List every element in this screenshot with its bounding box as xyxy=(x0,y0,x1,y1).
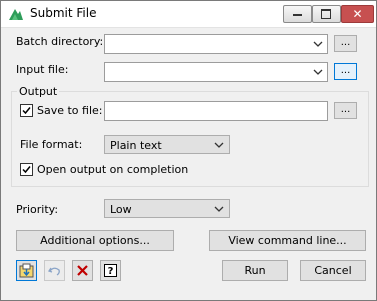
save-to-file-browse-button[interactable]: ... xyxy=(334,102,357,119)
view-command-line-button[interactable]: View command line... xyxy=(209,230,366,251)
close-icon: ✕ xyxy=(352,7,363,21)
close-button[interactable]: ✕ xyxy=(341,5,374,23)
minimize-icon xyxy=(293,14,302,16)
help-icon: ? xyxy=(104,264,117,277)
run-button[interactable]: Run xyxy=(222,260,288,281)
cancel-button[interactable]: Cancel xyxy=(300,260,366,281)
input-file-label: Input file: xyxy=(16,63,69,76)
maximize-button[interactable] xyxy=(312,5,341,23)
batch-directory-combo[interactable] xyxy=(104,34,328,54)
chevron-down-icon xyxy=(313,69,323,75)
help-button[interactable]: ? xyxy=(100,260,121,281)
file-format-value: Plain text xyxy=(110,139,162,152)
batch-directory-label: Batch directory: xyxy=(16,35,104,48)
file-format-label: File format: xyxy=(20,138,83,151)
app-logo-icon xyxy=(9,9,23,20)
maximize-icon xyxy=(321,9,331,19)
priority-select[interactable]: Low xyxy=(104,199,230,218)
clear-button[interactable] xyxy=(72,260,93,281)
save-icon xyxy=(19,263,34,278)
open-on-completion-checkbox[interactable] xyxy=(20,163,33,176)
priority-value: Low xyxy=(110,203,132,216)
checkmark-icon xyxy=(22,166,31,174)
output-group-title: Output xyxy=(17,85,60,98)
open-on-completion-label: Open output on completion xyxy=(37,163,189,176)
save-to-file-checkbox[interactable] xyxy=(20,104,33,117)
save-settings-button[interactable] xyxy=(16,260,37,281)
chevron-down-icon xyxy=(313,41,323,47)
chevron-down-icon xyxy=(214,206,224,212)
submit-file-window: Submit File ✕ Batch directory: ... Input… xyxy=(0,0,377,301)
chevron-down-icon xyxy=(214,142,224,148)
priority-label: Priority: xyxy=(16,203,59,216)
input-file-combo[interactable] xyxy=(104,62,328,82)
minimize-button[interactable] xyxy=(283,5,312,23)
undo-icon xyxy=(47,267,60,276)
file-format-select[interactable]: Plain text xyxy=(104,135,230,154)
clear-icon xyxy=(77,265,88,276)
checkmark-icon xyxy=(22,107,31,115)
batch-directory-browse-button[interactable]: ... xyxy=(334,35,357,52)
additional-options-button[interactable]: Additional options... xyxy=(16,230,174,251)
save-to-file-input[interactable] xyxy=(104,101,328,121)
svg-text:?: ? xyxy=(108,266,114,277)
input-file-browse-button[interactable]: ... xyxy=(334,63,357,80)
title-bar: Submit File ✕ xyxy=(1,1,376,28)
undo-button[interactable] xyxy=(44,260,65,281)
save-to-file-label: Save to file: xyxy=(37,104,103,117)
window-title: Submit File xyxy=(30,6,97,20)
